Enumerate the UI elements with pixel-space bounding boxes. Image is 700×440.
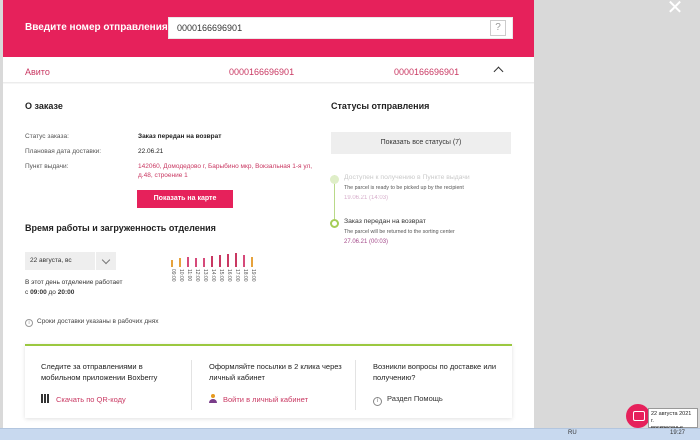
work-hours-from: с <box>25 289 29 296</box>
tracking-number-1: 0000166696901 <box>229 67 295 77</box>
info-icon: i <box>373 397 382 406</box>
load-bar <box>251 257 253 267</box>
load-bar <box>227 254 229 267</box>
load-bar <box>219 255 221 267</box>
promo-divider <box>355 360 356 410</box>
date-tooltip: 22 августа 2021 г. воскресенье <box>648 408 698 431</box>
promo-app-text: Следите за отправлениями в мобильном при… <box>41 362 158 382</box>
timeline-dot-current <box>330 219 339 228</box>
load-bar <box>203 258 205 267</box>
hour-label: 15:00 <box>218 269 224 282</box>
close-time: 20:00 <box>57 289 75 296</box>
info-icon: i <box>25 319 33 327</box>
promo-divider <box>191 360 192 410</box>
chevron-up-icon[interactable] <box>493 66 504 77</box>
language-indicator[interactable]: RU <box>568 430 577 436</box>
hour-label: 14:00 <box>210 269 216 282</box>
hours-title: Время работы и загруженность отделения <box>25 223 216 233</box>
pickup-point-label: Пункт выдачи: <box>25 163 69 170</box>
search-label: Введите номер отправления: <box>25 22 172 33</box>
load-bar <box>195 258 197 267</box>
load-bar <box>235 253 237 267</box>
carrier-name: Авито <box>25 67 50 77</box>
taskbar: RU 19:27 <box>0 428 700 440</box>
status-value: Заказ передан на возврат <box>138 133 222 140</box>
tracking-modal: Введите номер отправления: 0000166696901… <box>3 0 534 428</box>
order-details: О заказе Статус заказа: Заказ передан на… <box>3 84 534 428</box>
load-bar <box>211 256 213 267</box>
status-item-date: 19.06.21 (14:03) <box>344 195 389 201</box>
hour-label: 16:00 <box>226 269 232 282</box>
hour-label: 09:00 <box>170 269 176 282</box>
qr-download-link[interactable]: Скачать по QR-коду <box>41 394 126 404</box>
status-item-date: 27.06.21 (00:03) <box>344 239 389 245</box>
timeline-dot <box>330 175 339 184</box>
tracking-summary-row[interactable]: Авито 0000166696901 0000166696901 <box>3 57 534 83</box>
promo-help-text: Возникли вопросы по доставке или получен… <box>373 362 497 382</box>
load-chart: 09:00 10:00 11:00 12:00 13:00 14:00 15:00 16:00… <box>170 252 271 297</box>
statuses-title: Статусы отправления <box>331 101 430 111</box>
status-item-title: Доступен к получению в Пункте выдачи <box>344 174 470 181</box>
plan-date-value: 22.06.21 <box>138 148 164 155</box>
load-bar <box>187 257 189 267</box>
status-item-title: Заказ передан на возврат <box>344 218 426 225</box>
load-bar <box>179 258 181 267</box>
hour-label: 13:00 <box>202 269 208 282</box>
open-time: 09:00 <box>30 289 47 296</box>
help-section-link[interactable]: i Раздел Помощь <box>373 394 443 406</box>
pickup-point-address[interactable]: 142060, Домодедово г, Барыбино мкр, Вокз… <box>138 162 318 180</box>
plan-date-label: Плановая дата доставки: <box>25 148 102 155</box>
promo-panel: Следите за отправлениями в мобильном при… <box>25 344 512 418</box>
chevron-down-icon[interactable] <box>96 252 116 270</box>
promo-help: Возникли вопросы по доставке или получен… <box>357 346 512 418</box>
promo-cabinet: Оформляйте посылки в 2 клика через личны… <box>193 346 355 418</box>
qr-icon <box>41 394 50 403</box>
hour-label: 18:00 <box>242 269 248 282</box>
show-all-statuses-button[interactable]: Показать все статусы (7) <box>331 132 511 154</box>
cabinet-login-label: Войти в личный кабинет <box>223 395 309 404</box>
status-item-subtitle: The parcel is ready to be picked up by t… <box>344 185 464 191</box>
close-icon[interactable]: ✕ <box>664 0 686 18</box>
load-bar <box>171 260 173 267</box>
tracking-number-input[interactable]: 0000166696901 ? <box>168 17 513 39</box>
qr-download-label: Скачать по QR-коду <box>56 395 126 404</box>
cabinet-login-link[interactable]: Войти в личный кабинет <box>209 394 308 404</box>
work-hours-to: до <box>48 289 56 296</box>
date-select[interactable]: 22 августа, вс <box>25 252 95 270</box>
hour-label: 11:00 <box>186 269 192 282</box>
search-bar: Введите номер отправления: 0000166696901… <box>3 0 534 57</box>
chat-icon[interactable] <box>626 404 650 428</box>
promo-app: Следите за отправлениями в мобильном при… <box>25 346 187 418</box>
person-icon <box>209 394 217 403</box>
help-section-label: Раздел Помощь <box>387 394 443 403</box>
tooltip-date: 22 августа 2021 г. <box>651 411 692 424</box>
show-on-map-button[interactable]: Показать на карте <box>137 190 233 208</box>
clock[interactable]: 19:27 <box>670 430 685 436</box>
hour-label: 12:00 <box>194 269 200 282</box>
order-title: О заказе <box>25 101 63 111</box>
hour-label: 17:00 <box>234 269 240 282</box>
work-hours-text: В этот день отделение работает с 09:00 д… <box>25 278 145 298</box>
delivery-note-text: Сроки доставки указаны в рабочих днях <box>37 318 159 325</box>
hour-label: 10:00 <box>178 269 184 282</box>
hour-label: 19:00 <box>250 269 256 282</box>
tracking-number-value: 0000166696901 <box>177 23 243 33</box>
help-icon[interactable]: ? <box>490 20 506 36</box>
promo-cabinet-text: Оформляйте посылки в 2 клика через личны… <box>209 362 342 382</box>
load-bar <box>243 255 245 267</box>
delivery-note: i Сроки доставки указаны в рабочих днях <box>25 318 158 327</box>
work-hours-prefix: В этот день отделение работает <box>25 279 123 286</box>
tracking-number-2: 0000166696901 <box>394 67 460 77</box>
status-label: Статус заказа: <box>25 133 69 140</box>
status-item-subtitle: The parcel will be returned to the sorti… <box>344 229 455 235</box>
